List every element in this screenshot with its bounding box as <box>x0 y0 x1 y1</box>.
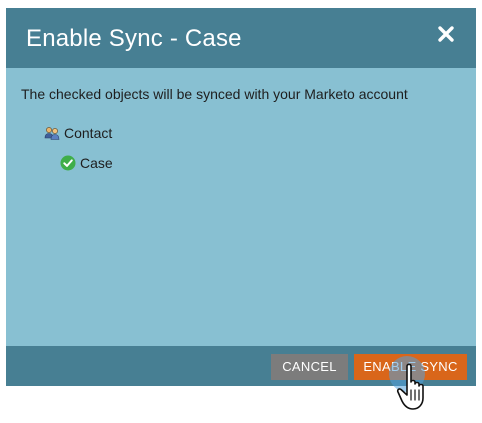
dialog-body: The checked objects will be synced with … <box>6 68 476 346</box>
dialog-title: Enable Sync - Case <box>26 25 242 52</box>
close-button[interactable] <box>434 22 458 46</box>
tree-item-contact: Contact <box>44 124 112 142</box>
dialog-footer: CANCEL ENABLE SYNC <box>6 346 476 386</box>
enable-sync-dialog: Enable Sync - Case The checked objects w… <box>6 8 476 386</box>
cancel-button[interactable]: CANCEL <box>271 354 348 380</box>
dialog-message: The checked objects will be synced with … <box>21 86 408 102</box>
enable-sync-button[interactable]: ENABLE SYNC <box>354 354 467 380</box>
contacts-icon <box>44 125 60 141</box>
tree-item-label: Contact <box>64 125 113 141</box>
close-icon <box>438 26 454 42</box>
green-check-icon <box>60 155 76 171</box>
tree-item-case[interactable]: Case <box>60 154 113 172</box>
dialog-header: Enable Sync - Case <box>6 8 476 68</box>
tree-item-label: Case <box>80 155 113 171</box>
